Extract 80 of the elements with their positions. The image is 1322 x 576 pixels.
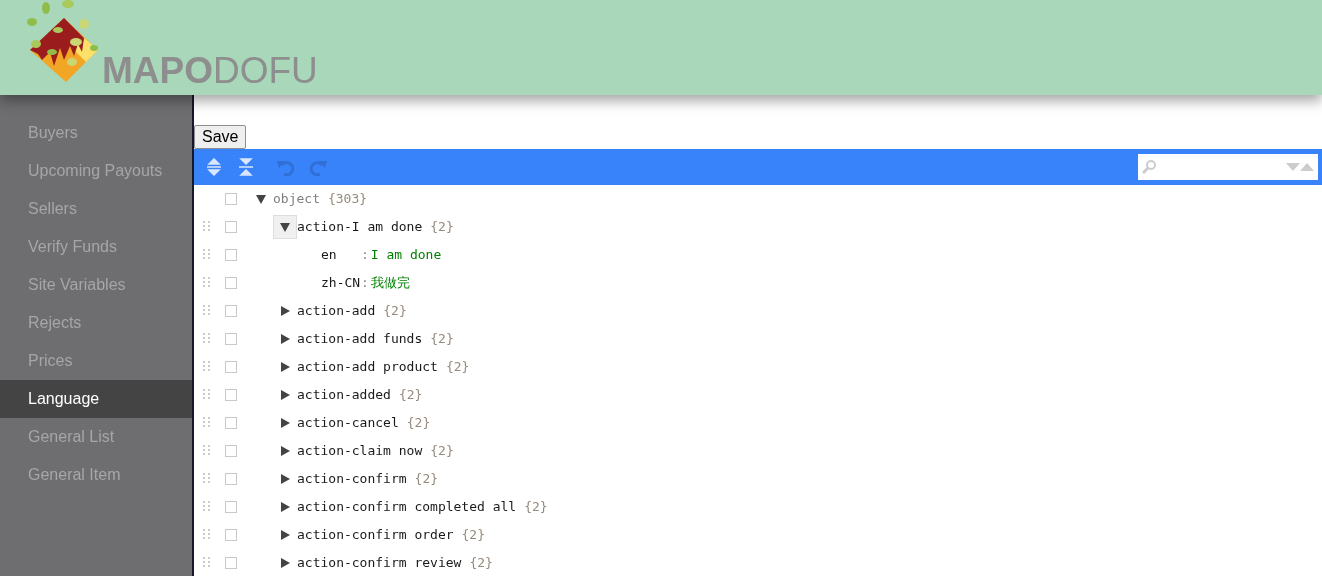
- field-name[interactable]: object: [273, 189, 320, 209]
- caret-right-icon: [280, 474, 290, 484]
- select-checkbox[interactable]: [225, 501, 237, 513]
- select-checkbox[interactable]: [225, 193, 237, 205]
- field-name[interactable]: action-confirm order: [297, 525, 454, 545]
- item-count: {2}: [383, 302, 407, 321]
- field-name[interactable]: action-cancel: [297, 413, 399, 433]
- field-name[interactable]: action-add funds: [297, 329, 423, 349]
- item-count: {2}: [430, 330, 454, 349]
- select-checkbox[interactable]: [225, 361, 237, 373]
- select-checkbox[interactable]: [225, 417, 237, 429]
- search-field[interactable]: [1138, 154, 1318, 180]
- caret-right-icon: [280, 306, 290, 316]
- search-icon: [1142, 160, 1156, 174]
- expand-toggle-button[interactable]: [273, 215, 297, 239]
- previous-result-icon[interactable]: [1286, 162, 1300, 172]
- select-checkbox[interactable]: [225, 277, 237, 289]
- caret-right-icon: [280, 558, 290, 568]
- select-checkbox[interactable]: [225, 249, 237, 261]
- select-checkbox[interactable]: [225, 389, 237, 401]
- drag-handle-icon[interactable]: [203, 305, 211, 317]
- field-value[interactable]: I am done: [370, 245, 442, 265]
- field-name[interactable]: zh-CN: [321, 273, 361, 293]
- field-name[interactable]: action-claim now: [297, 441, 423, 461]
- sidebar-item[interactable]: Language: [0, 380, 192, 418]
- item-count: {2}: [406, 414, 431, 433]
- field-name[interactable]: action-add product: [297, 357, 438, 377]
- separator-colon: :: [361, 246, 369, 265]
- field-name[interactable]: action-I am done: [297, 217, 423, 237]
- drag-handle-icon[interactable]: [203, 277, 211, 289]
- drag-handle-icon[interactable]: [203, 501, 211, 513]
- caret-right-icon: [280, 530, 290, 540]
- caret-down-icon: [280, 222, 290, 232]
- item-count: {2}: [445, 358, 470, 377]
- field-name[interactable]: action-confirm: [297, 469, 407, 489]
- field-name[interactable]: action-confirm completed all: [297, 497, 517, 517]
- drag-handle-icon[interactable]: [203, 557, 211, 569]
- drag-handle-icon[interactable]: [203, 249, 211, 261]
- caret-right-icon: [280, 446, 290, 456]
- item-count: {2}: [414, 470, 439, 489]
- drag-handle-icon[interactable]: [203, 333, 211, 345]
- expand-icon: [206, 158, 222, 176]
- caret-down-icon: [256, 194, 266, 204]
- next-result-icon[interactable]: [1300, 162, 1314, 172]
- item-count: {2}: [461, 526, 486, 545]
- field-name[interactable]: action-add: [297, 301, 376, 321]
- caret-right-icon: [280, 362, 290, 372]
- caret-right-icon: [280, 502, 290, 512]
- field-name[interactable]: action-added: [297, 385, 391, 405]
- collapse-icon: [238, 158, 254, 176]
- item-count: {2}: [469, 554, 493, 573]
- item-count: {2}: [430, 442, 454, 461]
- drag-handle-icon[interactable]: [203, 473, 211, 485]
- logo-icon: [24, 0, 100, 82]
- item-count: {2}: [524, 498, 548, 517]
- select-checkbox[interactable]: [225, 473, 237, 485]
- caret-right-icon: [280, 390, 290, 400]
- select-checkbox[interactable]: [225, 333, 237, 345]
- separator-colon: :: [361, 274, 369, 293]
- item-count: {2}: [398, 386, 423, 405]
- drag-handle-icon[interactable]: [203, 417, 211, 429]
- drag-handle-icon[interactable]: [203, 221, 211, 233]
- select-checkbox[interactable]: [225, 305, 237, 317]
- item-count: {303}: [327, 190, 368, 209]
- field-name[interactable]: action-confirm review: [297, 553, 462, 573]
- drag-handle-icon[interactable]: [203, 361, 211, 373]
- caret-right-icon: [280, 334, 290, 344]
- select-checkbox[interactable]: [225, 445, 237, 457]
- field-value[interactable]: 我做完: [370, 273, 410, 293]
- caret-right-icon: [280, 418, 290, 428]
- select-checkbox[interactable]: [225, 557, 237, 569]
- save-button[interactable]: Save: [194, 125, 247, 149]
- field-name[interactable]: en: [321, 245, 361, 265]
- drag-handle-icon[interactable]: [203, 529, 211, 541]
- drag-handle-icon[interactable]: [203, 445, 211, 457]
- item-count: {2}: [430, 218, 454, 237]
- select-checkbox[interactable]: [225, 221, 237, 233]
- select-checkbox[interactable]: [225, 529, 237, 541]
- logo-text: MAPODOFU: [102, 52, 318, 89]
- drag-handle-icon[interactable]: [203, 389, 211, 401]
